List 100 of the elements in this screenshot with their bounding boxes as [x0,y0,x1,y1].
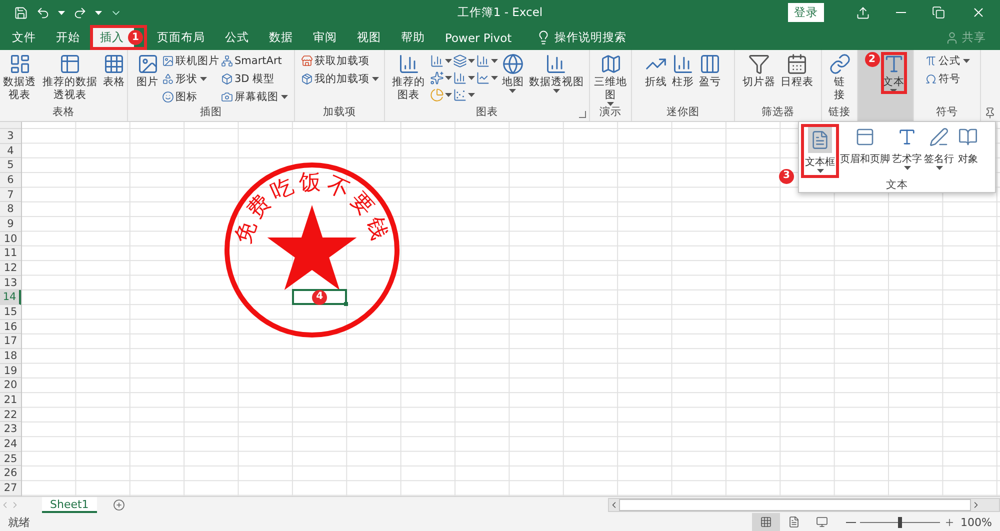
row-header[interactable]: 15 [0,305,21,320]
chart-icon [452,54,467,68]
horizontal-scrollbar[interactable] [608,498,1000,512]
ribbon-tab[interactable]: 数据 [259,25,303,50]
menu-item[interactable]: 文本框 [801,124,839,178]
step-badge: 3 [779,168,794,184]
ribbon-tab[interactable]: 页面布局 [147,25,215,50]
ribbon-button[interactable]: SmartArt [220,52,288,69]
row-header[interactable]: 19 [0,364,21,378]
tell-me-search[interactable]: 操作说明搜索 [554,30,627,45]
menu-item[interactable]: 签名行 [923,124,955,178]
menu-item[interactable]: 艺术字 [891,124,923,178]
ribbon-button[interactable]: 形状 [162,70,220,87]
ribbon-button[interactable]: 切片器 [740,52,778,90]
ribbon-button[interactable]: 公式 [924,52,970,69]
row-header[interactable]: 21 [0,393,21,408]
row-header[interactable]: 6 [0,173,21,188]
ribbon-tab[interactable]: 视图 [347,25,391,50]
columns-icon [699,53,721,75]
chart-icon [476,70,490,84]
row-header[interactable]: 3 [0,129,21,144]
diagram-icon [220,54,232,66]
zoom-thumb[interactable] [898,516,902,528]
ribbon-button[interactable]: 符号 [924,70,970,87]
window-title: 工作簿1 - Excel [457,5,543,20]
ribbon-tab[interactable]: 公式 [215,25,259,50]
ribbon-button[interactable]: 推荐的数据透视表 [40,52,100,103]
ribbon-button[interactable]: 三维地图 [590,52,631,107]
row-header[interactable]: 7 [0,188,21,202]
row-header[interactable]: 17 [0,334,21,350]
menu-item[interactable]: 页眉和页脚 [839,124,891,178]
row-header[interactable]: 22 [0,408,21,422]
row-header[interactable]: 16 [0,320,21,334]
ribbon-button[interactable]: 获取加载项 [300,52,378,69]
group-label: 符号 [935,106,959,120]
sheet-tab[interactable]: Sheet1 [42,497,97,513]
ribbon-button[interactable]: 图片 [134,52,160,90]
dialog-launcher-icon[interactable] [579,111,586,118]
normal-view-button[interactable] [752,513,780,531]
caret-icon [444,76,452,80]
ribbon-tab[interactable]: Power Pivot [435,25,522,50]
redo-icon [73,6,87,20]
caret-icon [444,58,452,62]
group-label: 加载项 [322,106,357,120]
group-label: 演示 [598,106,622,120]
cube-icon [220,72,232,84]
ribbon-button[interactable]: 图标 [162,88,220,105]
zoom-in-icon [944,516,955,528]
menu-item[interactable]: 对象 [955,124,981,178]
row-header[interactable]: 8 [0,202,21,218]
ribbon-tab[interactable]: 文件 [2,25,46,50]
row-header[interactable]: 4 [0,144,21,158]
row-header[interactable]: 12 [0,261,21,276]
close-icon [971,5,986,20]
row-header[interactable]: 25 [0,452,21,466]
annotation-frame [90,25,147,50]
ribbon-button[interactable]: 推荐的图表 [388,52,429,103]
row-header[interactable]: 9 [0,217,21,232]
group-label: 迷你图 [666,106,700,120]
bar-chart-icon [398,53,420,75]
ribbon-button[interactable]: 盈亏 [697,52,723,90]
ribbon-button[interactable]: 数据透视图 [526,52,586,94]
ribbon-button[interactable]: 联机图片 [162,52,220,69]
annotation-frame [880,52,906,94]
letter-icon [897,127,917,147]
caret-icon [490,58,498,62]
step-badge: 1 [128,30,143,45]
ribbon-button[interactable]: 地图 [500,52,526,94]
pin-icon [984,107,996,119]
restore-icon [932,6,945,19]
ribbon-button[interactable]: 柱形 [670,52,696,90]
ribbon-button[interactable]: 3D 模型 [220,70,288,87]
chart-type-button[interactable] [430,69,453,86]
row-header[interactable]: 23 [0,422,21,438]
chart-type-button[interactable] [430,86,453,103]
camera-icon [220,90,232,102]
ribbon-button[interactable]: 我的加载项 [300,70,378,87]
ribbon-tab[interactable]: 审阅 [303,25,347,50]
row-header[interactable]: 20 [0,378,21,394]
ribbon-button[interactable]: 折线 [643,52,669,90]
undo-icon [36,6,50,20]
chart-type-button[interactable] [452,52,476,69]
ribbon-tab[interactable]: 开始 [46,25,90,50]
row-header[interactable]: 24 [0,437,21,452]
pivot-table-icon [8,53,31,75]
ribbon-button[interactable]: 表格 [101,52,127,90]
row-header[interactable]: 5 [0,158,21,174]
selected-cell[interactable]: 4 [292,289,348,306]
ribbon-button[interactable]: 链接 [826,52,852,103]
ribbon-button[interactable]: 数据透视表 [0,52,40,103]
row-header[interactable]: 10 [0,232,21,246]
row-header[interactable]: 18 [0,349,21,364]
row-header[interactable]: 26 [0,466,21,482]
sign-in-button[interactable]: 登录 [788,3,824,22]
ribbon-tab[interactable]: 帮助 [391,25,435,50]
group-label: 插图 [199,106,223,120]
row-header[interactable]: 14 [0,290,21,306]
row-header[interactable]: 11 [0,246,21,262]
ribbon-button[interactable]: 日程表 [778,52,816,90]
ribbon-button[interactable]: 屏幕截图 [220,88,288,105]
